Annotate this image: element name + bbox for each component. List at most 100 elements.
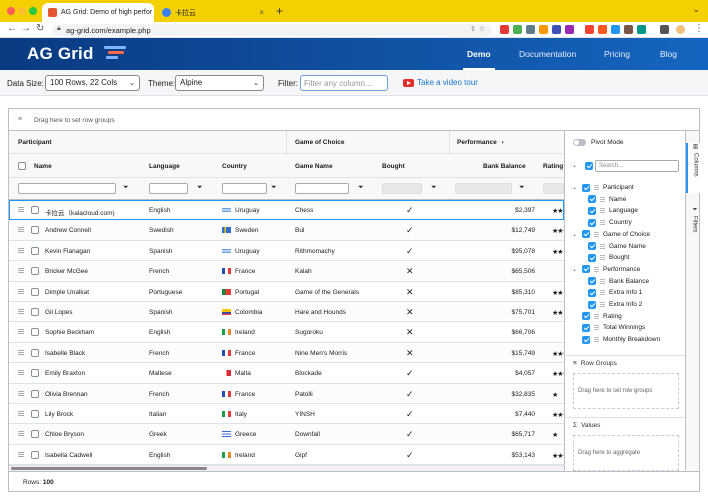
extension-icon[interactable] bbox=[624, 25, 633, 34]
tab-search-chevron-icon[interactable]: ⌄ bbox=[692, 4, 700, 15]
cell-rating[interactable]: ★★★ bbox=[552, 350, 564, 358]
cell-name[interactable]: Kevin Flanagan bbox=[45, 248, 145, 255]
cell-country[interactable]: Sweden bbox=[222, 227, 259, 234]
header-bank-balance[interactable]: Bank Balance bbox=[483, 163, 526, 170]
table-row[interactable]: Gil Lopes Spanish Colombia Hare and Hounds ✕… bbox=[9, 302, 564, 323]
cell-rating[interactable]: ★ bbox=[552, 391, 558, 399]
cell-rating[interactable]: ★★★ bbox=[552, 452, 564, 460]
extension-icon[interactable] bbox=[637, 25, 646, 34]
chevron-down-icon[interactable]: ⌄ bbox=[572, 184, 578, 191]
cell-rating[interactable]: ★★ bbox=[552, 248, 564, 256]
extension-icon[interactable] bbox=[585, 25, 594, 34]
column-visibility-checkbox[interactable] bbox=[588, 206, 596, 215]
profile-avatar-icon[interactable] bbox=[676, 25, 685, 34]
row-select-checkbox[interactable] bbox=[31, 430, 39, 439]
filter-funnel-icon[interactable]: ⏷ bbox=[123, 184, 129, 192]
extension-icon[interactable] bbox=[598, 25, 607, 34]
game-filter-input[interactable] bbox=[295, 183, 349, 194]
cell-bank-balance[interactable]: $2,397 bbox=[475, 207, 535, 214]
drag-handle-icon[interactable] bbox=[600, 290, 605, 296]
row-drag-handle-icon[interactable] bbox=[18, 451, 24, 457]
table-row[interactable]: 卡拉云（kalacloud.com) English Uruguay Chess ✓ $2… bbox=[9, 200, 564, 221]
extension-icon[interactable] bbox=[611, 25, 620, 34]
extension-icon[interactable] bbox=[552, 25, 561, 34]
group-header-participant[interactable]: Participant bbox=[9, 131, 286, 154]
column-visibility-checkbox[interactable] bbox=[582, 335, 590, 344]
select-all-columns-checkbox[interactable] bbox=[585, 162, 593, 170]
row-select-checkbox[interactable] bbox=[31, 206, 39, 214]
cell-bank-balance[interactable]: $53,143 bbox=[475, 452, 536, 459]
table-row[interactable]: Isabelle Black French France Nine Men's Mor… bbox=[9, 342, 564, 364]
expand-all-chevron-icon[interactable]: ⌄ bbox=[572, 162, 577, 169]
column-visibility-checkbox[interactable] bbox=[582, 265, 590, 274]
row-select-checkbox[interactable] bbox=[31, 308, 39, 316]
cell-name[interactable]: Emily Braxton bbox=[45, 370, 145, 377]
column-list-item[interactable]: Country bbox=[588, 217, 632, 228]
row-select-checkbox[interactable] bbox=[31, 369, 39, 378]
cell-country[interactable]: France bbox=[222, 268, 255, 275]
new-tab-button[interactable]: + bbox=[276, 4, 283, 18]
toggle-switch[interactable] bbox=[573, 139, 586, 146]
name-filter-input[interactable] bbox=[18, 183, 116, 194]
column-search-input[interactable]: Search... bbox=[595, 160, 679, 172]
check-icon[interactable]: ✓ bbox=[406, 429, 414, 440]
country-filter-input[interactable] bbox=[222, 183, 267, 194]
header-rating[interactable]: Rating bbox=[543, 163, 563, 170]
table-row[interactable]: Bricker McGee French France Kalah ✕ $65,506 bbox=[9, 261, 564, 282]
forward-arrow-icon[interactable]: → bbox=[21, 23, 31, 34]
row-drag-handle-icon[interactable] bbox=[18, 247, 24, 253]
reload-icon[interactable]: ↻ bbox=[36, 23, 44, 34]
column-visibility-checkbox[interactable] bbox=[588, 218, 596, 227]
row-select-checkbox[interactable] bbox=[31, 389, 39, 398]
language-filter-input[interactable] bbox=[149, 183, 188, 194]
row-select-checkbox[interactable] bbox=[31, 328, 39, 337]
scrollbar-thumb[interactable] bbox=[11, 467, 207, 470]
extension-icon[interactable] bbox=[526, 25, 535, 34]
group-header-performance[interactable]: Performance › bbox=[449, 131, 564, 154]
cell-game-name[interactable]: YINSH bbox=[295, 411, 315, 418]
cell-language[interactable]: Swedish bbox=[149, 227, 174, 234]
cell-name[interactable]: Gil Lopes bbox=[45, 309, 145, 316]
row-drag-handle-icon[interactable] bbox=[18, 268, 24, 274]
extensions-puzzle-icon[interactable] bbox=[660, 25, 669, 34]
tab-columns[interactable]: ▥ Columns bbox=[686, 143, 700, 193]
header-name[interactable]: Name bbox=[34, 163, 52, 170]
table-row[interactable]: Lily Brock Italian Italy YINSH ✓ $7,440 ★★★ bbox=[9, 404, 564, 425]
nav-blog[interactable]: Blog bbox=[660, 38, 677, 70]
cell-game-name[interactable]: Gipf bbox=[295, 452, 307, 459]
column-list-item[interactable]: ⌄ Performance bbox=[572, 264, 640, 275]
cell-game-name[interactable]: Sugoroku bbox=[295, 329, 323, 336]
cell-game-name[interactable]: Blockade bbox=[295, 370, 322, 377]
cell-language[interactable]: English bbox=[149, 329, 170, 336]
cell-game-name[interactable]: Downfall bbox=[295, 431, 320, 438]
chevron-right-icon[interactable]: › bbox=[502, 139, 504, 146]
cell-country[interactable]: Ireland bbox=[222, 451, 255, 459]
cell-game-name[interactable]: Hare and Hounds bbox=[295, 309, 346, 316]
cell-bank-balance[interactable]: $85,310 bbox=[475, 289, 536, 296]
drag-handle-icon[interactable] bbox=[600, 255, 605, 261]
table-row[interactable]: Chloe Bryson Greek Greece Downfall ✓ $65,717 ★ bbox=[9, 424, 564, 445]
cell-name[interactable]: Chloe Bryson bbox=[45, 431, 145, 438]
cell-name[interactable]: Isabelle Black bbox=[45, 350, 145, 357]
cell-bank-balance[interactable]: $95,078 bbox=[475, 248, 536, 255]
cell-language[interactable]: Spanish bbox=[149, 248, 173, 255]
nav-documentation[interactable]: Documentation bbox=[519, 38, 576, 70]
cell-rating[interactable]: ★★ bbox=[552, 309, 564, 317]
cell-bank-balance[interactable]: $65,717 bbox=[475, 431, 536, 438]
cell-country[interactable]: Italy bbox=[222, 411, 247, 418]
cell-country[interactable]: France bbox=[222, 349, 255, 357]
cell-game-name[interactable]: Chess bbox=[295, 207, 313, 214]
cell-name[interactable]: Sophie Beckham bbox=[45, 329, 145, 336]
table-row[interactable]: Kevin Flanagan Spanish Uruguay Rithmomachy ✓… bbox=[9, 240, 564, 262]
cell-bank-balance[interactable]: $4,057 bbox=[475, 370, 535, 377]
cell-game-name[interactable]: Nine Men's Morris bbox=[295, 350, 347, 357]
drag-handle-icon[interactable] bbox=[600, 196, 605, 202]
column-list-item[interactable]: Rating bbox=[572, 311, 622, 322]
header-game-name[interactable]: Game Name bbox=[295, 163, 333, 170]
cell-language[interactable]: French bbox=[149, 350, 169, 357]
cell-bank-balance[interactable]: $12,749 bbox=[475, 227, 536, 234]
cell-country[interactable]: Colombia bbox=[222, 309, 262, 316]
column-list-item[interactable]: Total Winnings bbox=[572, 322, 645, 333]
column-visibility-checkbox[interactable] bbox=[588, 242, 596, 250]
row-drag-handle-icon[interactable] bbox=[18, 411, 24, 416]
